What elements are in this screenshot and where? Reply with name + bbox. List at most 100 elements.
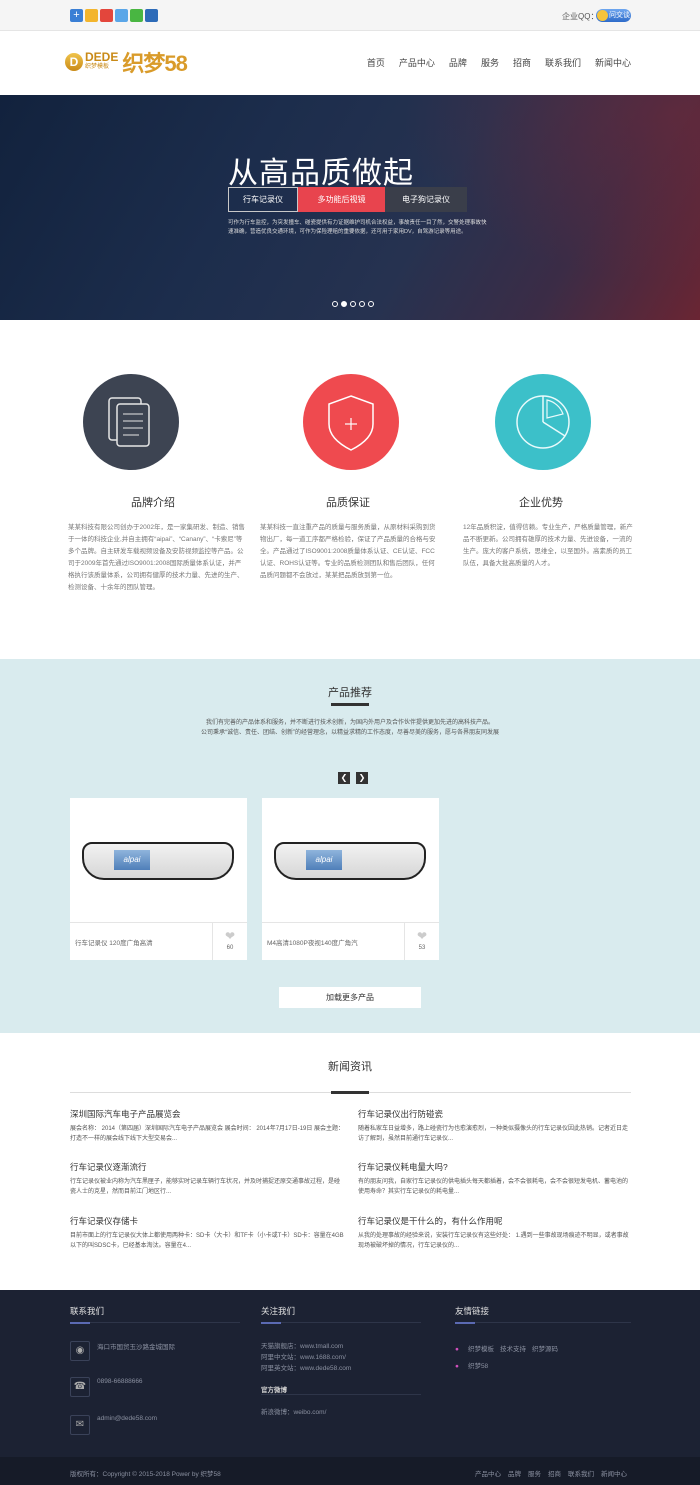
share-plus-icon[interactable]: + — [70, 9, 83, 22]
load-more-button[interactable]: 加载更多产品 — [279, 987, 421, 1008]
product-image[interactable]: alpai — [70, 798, 247, 922]
news-item[interactable]: 行车记录仪是干什么的，有什么作用呢 从我的处理事故的经验来说，安装行车记录仪有这… — [358, 1215, 633, 1251]
heart-icon: ❤ — [416, 929, 428, 943]
news-item-title[interactable]: 行车记录仪出行防碰瓷 — [358, 1108, 633, 1120]
logo-text: 织梦58 — [122, 51, 187, 76]
footer-address: 海口市国贸玉沙路金城国际 — [97, 1344, 175, 1351]
feature-title: 品质保证 — [326, 497, 370, 509]
footer-nav-contact[interactable]: 联系我们 — [568, 1468, 594, 1478]
qq-label: 企业QQ： — [562, 12, 599, 21]
footer-tmall-link[interactable]: 天猫旗舰店：www.tmall.com — [261, 1340, 343, 1350]
nav-service[interactable]: 服务 — [481, 56, 499, 69]
product-image[interactable]: alpai — [262, 798, 439, 922]
qzone-star-icon[interactable] — [85, 9, 98, 22]
friend-links: ● 织梦模板 技术支持 织梦源码 ● 织梦58 — [455, 1341, 564, 1375]
footer-nav-news[interactable]: 新闻中心 — [601, 1468, 627, 1478]
divider — [475, 1322, 631, 1323]
news-item[interactable]: 行车记录仪逐渐流行 行车记录仪被业内称为汽车黑匣子，能够实时记录车辆行车状况，并… — [70, 1161, 345, 1197]
news-item-summary: 随着私家车日益增多，路上碰瓷行为也愈演愈烈，一种类似摄像头的行车记录仪因此热销。… — [358, 1126, 629, 1142]
nav-investment[interactable]: 招商 — [513, 56, 531, 69]
news-item-title[interactable]: 深圳国际汽车电子产品展览会 — [70, 1108, 345, 1120]
site-logo[interactable]: D DEDE 织梦模板 织梦58 — [65, 47, 188, 77]
qq-button-label: 问交谈 — [609, 12, 630, 19]
slide-dot[interactable] — [350, 301, 356, 307]
products-desc-line: 公司秉承“诚信、责任、团结、创新”的经营理念，以精益求精的工作态度，尽善尽美的服… — [201, 730, 499, 736]
dashcam-mirror-image: alpai — [274, 842, 426, 880]
product-card[interactable]: alpai M4高清1080P夜视140度广角汽 ❤ 53 — [262, 798, 439, 960]
prev-arrow-icon[interactable]: ❮ — [338, 772, 350, 784]
feature-text: 某某科技有限公司创办于2002年，是一家集研发、制造、销售于一体的科技企业,并自… — [68, 524, 245, 591]
product-name[interactable]: 行车记录仪 120度广角高清 — [75, 937, 153, 947]
qq-chat-button[interactable]: 问交谈 — [596, 9, 631, 22]
friend-link[interactable]: 织梦模板 — [468, 1346, 494, 1353]
feature-title: 企业优势 — [519, 497, 563, 509]
news-item[interactable]: 行车记录仪耗电量大吗? 有的朋友问我，自家行车记录仪的供电插头每天都插着，会不会… — [358, 1161, 633, 1197]
bullet-icon: ● — [455, 1346, 459, 1353]
news-item-summary: 从我的处理事故的经验来说，安装行车记录仪有这些好处： 1.遇到一些事故现场痕迹不… — [358, 1233, 629, 1249]
tab-radar-recorder[interactable]: 电子狗记录仪 — [385, 187, 467, 212]
news-item[interactable]: 行车记录仪存储卡 目前市面上的行车记录仪大体上都使用两种卡：SD卡（大卡）和TF… — [70, 1215, 345, 1251]
divider — [90, 1322, 240, 1323]
footer-weibo-link[interactable]: 新浪微博：weibo.com/ — [261, 1406, 326, 1416]
like-button[interactable]: ❤ 53 — [404, 922, 439, 960]
news-item-title[interactable]: 行车记录仪逐渐流行 — [70, 1161, 345, 1173]
nav-contact[interactable]: 联系我们 — [545, 56, 581, 69]
footer-nav-brand[interactable]: 品牌 — [508, 1468, 521, 1478]
news-item[interactable]: 深圳国际汽车电子产品展览会 展会名称： 2014（第四届）深圳国际汽车电子产品展… — [70, 1108, 345, 1144]
footer-english-site-link[interactable]: 阿里英文站：www.dede58.com — [261, 1362, 351, 1372]
news-item-title[interactable]: 行车记录仪存储卡 — [70, 1215, 345, 1227]
like-button[interactable]: ❤ 60 — [212, 922, 247, 960]
heart-icon: ❤ — [224, 929, 236, 943]
footer-email[interactable]: admin@dede58.com — [97, 1415, 157, 1422]
nav-products[interactable]: 产品中心 — [399, 56, 435, 69]
slide-dot[interactable] — [359, 301, 365, 307]
slide-dot[interactable] — [368, 301, 374, 307]
nav-news[interactable]: 新闻中心 — [595, 56, 631, 69]
like-count: 53 — [418, 945, 426, 951]
phone-icon: ☎ — [70, 1377, 90, 1397]
next-arrow-icon[interactable]: ❯ — [356, 772, 368, 784]
footer-nav-service[interactable]: 服务 — [528, 1468, 541, 1478]
tab-dashcam[interactable]: 行车记录仪 — [228, 187, 298, 212]
product-card[interactable]: alpai 行车记录仪 120度广角高清 ❤ 60 — [70, 798, 247, 960]
dashcam-mirror-image: alpai — [82, 842, 234, 880]
bullet-icon: ● — [455, 1363, 459, 1370]
like-count: 60 — [226, 945, 234, 951]
feature-advantage: 企业优势 12年品质积淀，值得信赖。专业生产，严格质量管理，新产品不断更新。公司… — [463, 374, 653, 570]
nav-home[interactable]: 首页 — [367, 56, 385, 69]
tencent-weibo-icon[interactable] — [115, 9, 128, 22]
banner-title: 从高品质做起 — [228, 157, 414, 190]
footer-nav-products[interactable]: 产品中心 — [475, 1468, 501, 1478]
news-item[interactable]: 行车记录仪出行防碰瓷 随着私家车日益增多，路上碰瓷行为也愈演愈烈，一种类似摄像头… — [358, 1108, 633, 1144]
wechat-icon[interactable] — [130, 9, 143, 22]
footer-phone: 0898-66888666 — [97, 1378, 143, 1385]
mirror-screen-label: alpai — [306, 850, 342, 870]
feature-quality: 品质保证 某某科技一直注重产品的质量与服务质量，从原材料采购到货物出厂，每一道工… — [260, 374, 450, 582]
friend-link[interactable]: 织梦58 — [468, 1363, 488, 1370]
title-underline — [331, 1091, 369, 1094]
product-name[interactable]: M4高清1080P夜视140度广角汽 — [267, 937, 358, 947]
main-nav: 首页 产品中心 品牌 服务 招商 联系我们 新闻中心 — [367, 56, 631, 69]
tab-rearview-mirror[interactable]: 多功能后视镜 — [298, 187, 385, 212]
products-title: 产品推荐 — [328, 687, 372, 699]
footer-follow-title: 关注我们 — [261, 1306, 296, 1316]
weibo-icon[interactable] — [100, 9, 113, 22]
slide-dot[interactable] — [332, 301, 338, 307]
footer-nav-investment[interactable]: 招商 — [548, 1468, 561, 1478]
divider — [281, 1322, 421, 1323]
friend-link[interactable]: 织梦源码 — [532, 1346, 558, 1353]
renren-icon[interactable] — [145, 9, 158, 22]
news-item-title[interactable]: 行车记录仪是干什么的，有什么作用呢 — [358, 1215, 633, 1227]
news-item-summary: 行车记录仪被业内称为汽车黑匣子，能够实时记录车辆行车状况，并及时捕捉还原交通事故… — [70, 1179, 341, 1195]
products-desc-line: 我们有完善的产品体系和服务，并不断进行技术创新，为国内外用户及合作伙伴提供更加先… — [205, 720, 494, 726]
share-icons: + — [70, 9, 158, 22]
friend-link[interactable]: 技术支持 — [500, 1346, 526, 1353]
shield-icon — [303, 374, 399, 470]
banner-tabs: 行车记录仪 多功能后视镜 电子狗记录仪 — [228, 187, 467, 212]
products-description: 我们有完善的产品体系和服务，并不断进行技术创新，为国内外用户及合作伙伴提供更加先… — [0, 718, 700, 738]
footer-1688-link[interactable]: 阿里中文站：www.1688.com/ — [261, 1351, 346, 1361]
news-item-title[interactable]: 行车记录仪耗电量大吗? — [358, 1161, 633, 1173]
nav-brand[interactable]: 品牌 — [449, 56, 467, 69]
slide-dot-active[interactable] — [341, 301, 347, 307]
mail-icon: ✉ — [70, 1415, 90, 1435]
